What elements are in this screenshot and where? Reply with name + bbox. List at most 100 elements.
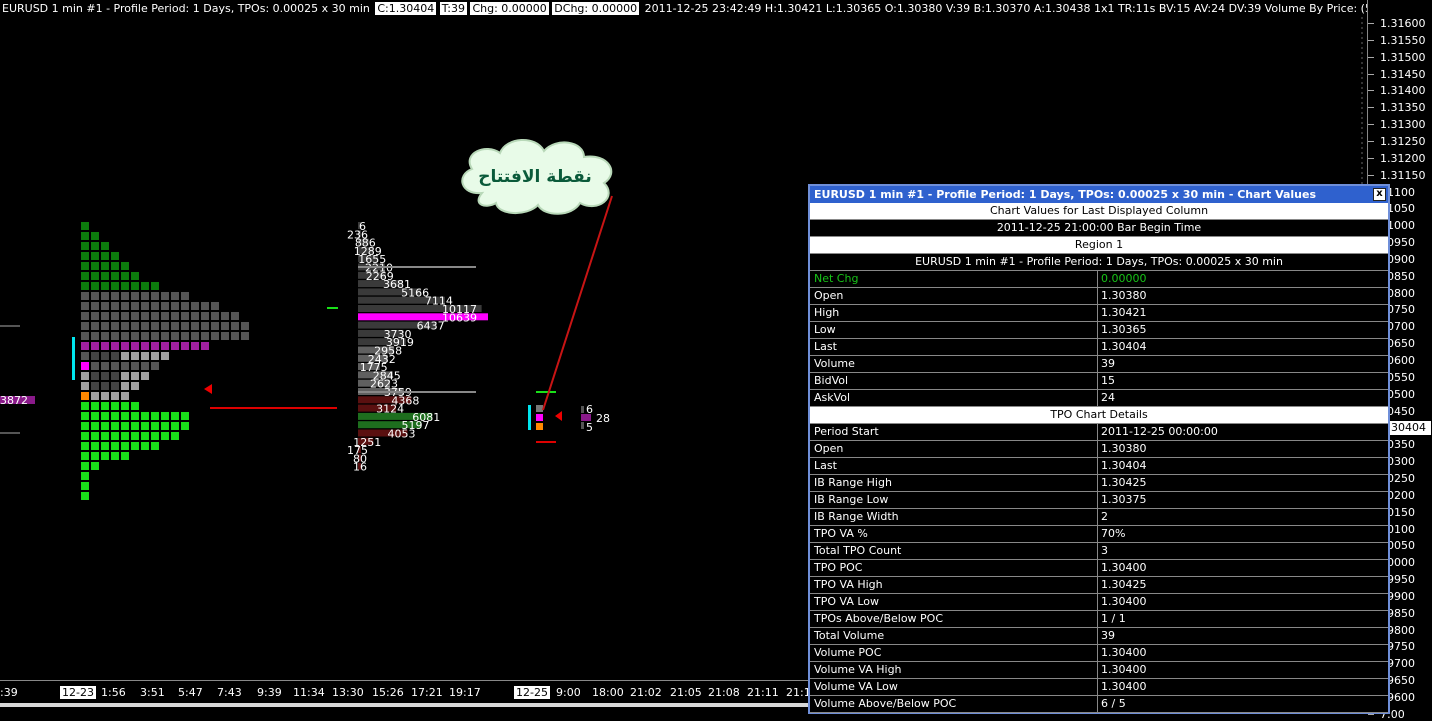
tpo-block <box>81 322 89 330</box>
tpo-block <box>211 322 219 330</box>
table-row: IB Range Low 1.30375 <box>810 492 1388 509</box>
row-value: 1.30400 <box>1101 595 1147 608</box>
tpo-block <box>141 352 149 360</box>
row-label: BidVol <box>810 373 1098 389</box>
tpo-block <box>131 322 139 330</box>
tpo-block <box>121 422 129 430</box>
price-tick <box>1368 140 1374 142</box>
row-value: 1 / 1 <box>1101 612 1126 625</box>
tpo-block <box>111 432 119 440</box>
tpo-block <box>111 282 119 290</box>
volume-label: 4053 <box>388 428 416 441</box>
tpo-block <box>81 252 89 260</box>
time-label: 19:17 <box>449 686 481 699</box>
tpo-block <box>141 342 149 350</box>
tpo-block <box>241 322 249 330</box>
tpo-block <box>141 282 149 290</box>
daily-change-value: DChg: 0.00000 <box>552 2 640 15</box>
row-value: 2011-12-25 00:00:00 <box>1101 425 1218 438</box>
price-tick <box>1368 124 1374 126</box>
chart-values-title-bar[interactable]: EURUSD 1 min #1 - Profile Period: 1 Days… <box>810 186 1388 203</box>
row-label: TPO VA % <box>810 526 1098 542</box>
tpo-block <box>161 302 169 310</box>
row-label: Volume Above/Below POC <box>810 696 1098 712</box>
tpo-section-header: TPO Chart Details <box>810 407 1388 424</box>
tpo-block <box>81 482 89 490</box>
tpo-block <box>111 312 119 320</box>
table-row: BidVol 15 <box>810 373 1388 390</box>
region-header: Region 1 <box>810 237 1388 254</box>
time-label: :39 <box>0 686 18 699</box>
tpo-block <box>141 432 149 440</box>
change-value: Chg: 0.00000 <box>470 2 549 15</box>
tpo-block <box>111 362 119 370</box>
tpo-block <box>131 342 139 350</box>
tpo-block <box>131 362 139 370</box>
tpo-block <box>171 322 179 330</box>
table-row: High 1.30421 <box>810 305 1388 322</box>
time-label: 12-23 <box>60 686 96 699</box>
row-label: Period Start <box>810 424 1098 440</box>
chart-values-window[interactable]: EURUSD 1 min #1 - Profile Period: 1 Days… <box>808 184 1390 714</box>
open-arrow <box>555 411 562 421</box>
bar-begin-time: 2011-12-25 21:00:00 Bar Begin Time <box>810 220 1388 237</box>
time-label: 1:56 <box>101 686 126 699</box>
time-label: 21:08 <box>708 686 740 699</box>
tpo-block <box>171 342 179 350</box>
table-row: TPO POC 1.30400 <box>810 560 1388 577</box>
time-label: 15:26 <box>372 686 404 699</box>
tpo-block <box>91 312 99 320</box>
tpo-block <box>121 372 129 380</box>
tpo-block <box>121 352 129 360</box>
volume-label: 10639 <box>442 311 477 324</box>
row-value: 1.30400 <box>1101 646 1147 659</box>
tpo-block <box>121 412 129 420</box>
tpo-block <box>161 422 169 430</box>
tpo-block <box>181 422 189 430</box>
tpo-block <box>111 322 119 330</box>
tpo-block <box>81 472 89 480</box>
tpo-block <box>91 412 99 420</box>
tpo-block <box>81 312 89 320</box>
tpo-block <box>91 432 99 440</box>
tpo-block <box>111 332 119 340</box>
tpo-block <box>91 442 99 450</box>
tpo-block <box>161 412 169 420</box>
time-label: 18:00 <box>592 686 624 699</box>
tpo-block <box>111 272 119 280</box>
tpo-block <box>111 352 119 360</box>
tpo-block <box>81 372 89 380</box>
volume-label: 5 <box>586 421 593 434</box>
tpo-block <box>151 322 159 330</box>
table-row: Volume POC 1.30400 <box>810 645 1388 662</box>
volume-label: 6 <box>586 403 593 416</box>
row-label: Low <box>810 322 1098 338</box>
tpo-block <box>81 402 89 410</box>
value-area-bar <box>72 337 75 380</box>
close-button[interactable]: x <box>1373 188 1386 201</box>
open-arrow <box>204 384 212 394</box>
tpo-block <box>81 222 89 230</box>
tpo-block <box>221 322 229 330</box>
price-tick <box>1368 157 1374 159</box>
price-label: 1.31150 <box>1380 168 1426 182</box>
tpo-block <box>91 362 99 370</box>
trade-count: T:39 <box>439 2 467 15</box>
table-row: Volume VA High 1.30400 <box>810 662 1388 679</box>
price-label: 1.31600 <box>1380 17 1426 30</box>
tpo-block <box>211 312 219 320</box>
row-label: Volume POC <box>810 645 1098 661</box>
tpo-block <box>121 322 129 330</box>
tpo-block <box>221 332 229 340</box>
time-label: 5:47 <box>178 686 203 699</box>
tpo-block <box>101 292 109 300</box>
tpo-block <box>81 332 89 340</box>
time-label: 21:1 <box>786 686 811 699</box>
tpo-block <box>101 302 109 310</box>
table-row: IB Range Width 2 <box>810 509 1388 526</box>
tpo-block <box>151 282 159 290</box>
tpo-block <box>211 332 219 340</box>
tpo-block <box>111 392 119 400</box>
tpo-block <box>91 402 99 410</box>
row-value: 24 <box>1101 391 1115 404</box>
